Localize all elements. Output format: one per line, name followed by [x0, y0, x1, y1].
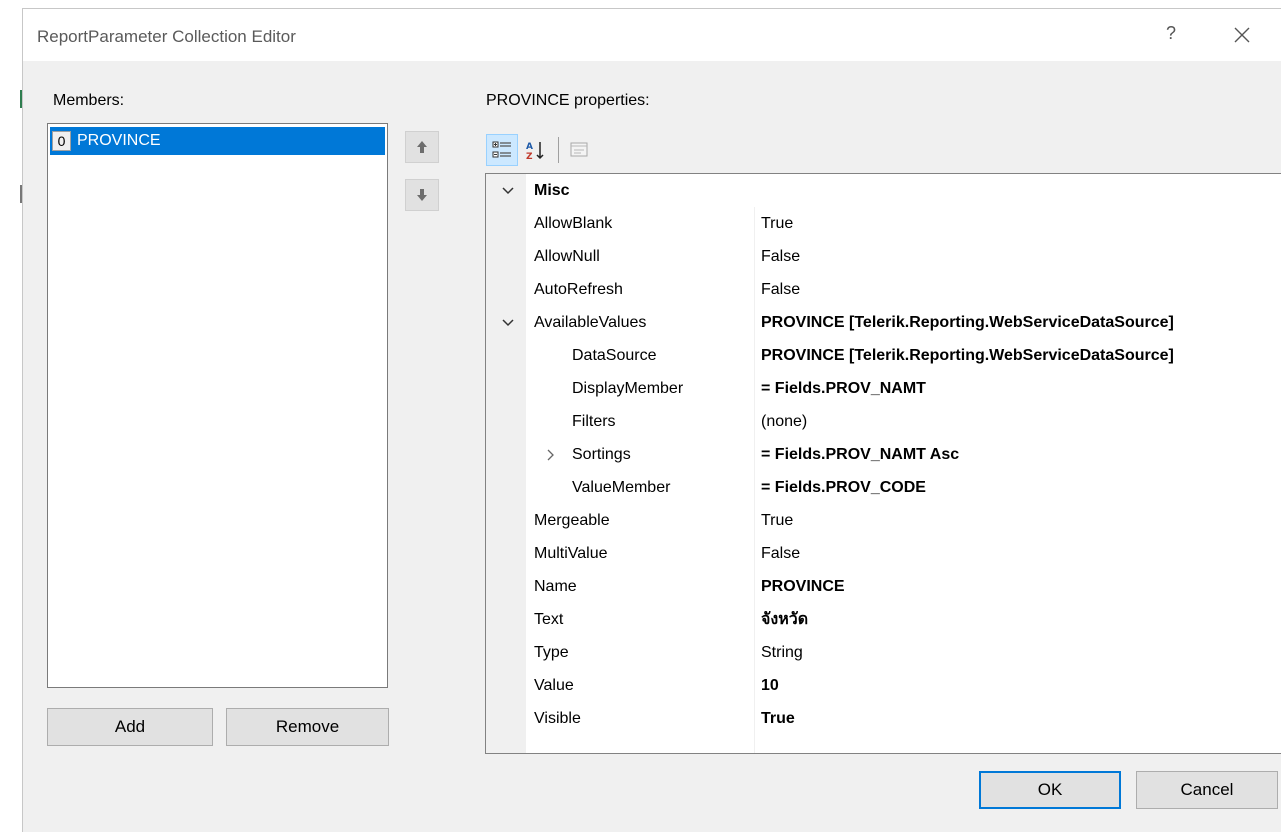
property-value[interactable]: PROVINCE [Telerik.Reporting.WebServiceDa… — [761, 314, 1174, 332]
property-row-datasource[interactable]: DataSource PROVINCE [Telerik.Reporting.W… — [486, 339, 1281, 372]
property-value[interactable]: False — [761, 281, 800, 299]
collection-editor-dialog: ReportParameter Collection Editor ? Memb… — [22, 8, 1281, 832]
arrow-up-icon — [417, 141, 427, 153]
property-value[interactable]: (none) — [761, 413, 807, 431]
property-value[interactable]: String — [761, 644, 803, 662]
toolbar-separator — [558, 137, 559, 163]
property-name: MultiValue — [534, 544, 608, 562]
members-list[interactable]: 0 PROVINCE — [47, 123, 388, 688]
property-row-mergeable[interactable]: Mergeable True — [486, 504, 1281, 537]
property-grid[interactable]: Misc AllowBlank True AllowNull False Aut… — [485, 173, 1281, 754]
property-name: AllowBlank — [534, 214, 613, 232]
property-value[interactable]: True — [761, 215, 793, 233]
property-value[interactable]: = Fields.PROV_NAMT Asc — [761, 446, 959, 464]
categorized-icon — [492, 141, 511, 158]
property-value[interactable]: = Fields.PROV_CODE — [761, 479, 926, 497]
remove-button[interactable]: Remove — [226, 708, 389, 746]
property-row-displaymember[interactable]: DisplayMember = Fields.PROV_NAMT — [486, 372, 1281, 405]
property-value[interactable]: True — [761, 710, 795, 728]
svg-text:Z: Z — [526, 152, 533, 161]
property-name: Mergeable — [534, 511, 610, 529]
property-value[interactable]: PROVINCE [Telerik.Reporting.WebServiceDa… — [761, 347, 1174, 365]
property-value[interactable]: False — [761, 545, 800, 563]
cancel-button[interactable]: Cancel — [1136, 771, 1278, 809]
categorized-button[interactable] — [486, 134, 518, 166]
property-name: AllowNull — [534, 247, 600, 265]
move-down-button[interactable] — [405, 179, 439, 211]
property-value[interactable]: 10 — [761, 677, 779, 695]
ok-button[interactable]: OK — [979, 771, 1121, 809]
property-row-allownull[interactable]: AllowNull False — [486, 240, 1281, 273]
property-row-value[interactable]: Value 10 — [486, 669, 1281, 702]
property-row-allowblank[interactable]: AllowBlank True — [486, 207, 1281, 240]
svg-text:A: A — [526, 142, 533, 152]
background-app-edge — [0, 0, 22, 832]
move-up-button[interactable] — [405, 131, 439, 163]
property-row-type[interactable]: Type String — [486, 636, 1281, 669]
member-index: 0 — [52, 131, 71, 151]
property-name: Text — [534, 610, 564, 628]
property-row-visible[interactable]: Visible True — [486, 702, 1281, 735]
property-row-name[interactable]: Name PROVINCE — [486, 570, 1281, 603]
property-name: Name — [534, 577, 577, 595]
help-button[interactable]: ? — [1159, 23, 1183, 44]
property-name: Type — [534, 643, 569, 661]
property-name: DisplayMember — [572, 379, 684, 397]
list-item[interactable]: 0 PROVINCE — [50, 127, 385, 155]
property-row-availablevalues[interactable]: AvailableValues PROVINCE [Telerik.Report… — [486, 306, 1281, 339]
dialog-title: ReportParameter Collection Editor — [37, 27, 296, 46]
title-bar: ReportParameter Collection Editor ? — [23, 9, 1281, 61]
property-name: Filters — [572, 412, 616, 430]
property-name: DataSource — [572, 346, 657, 364]
properties-label: PROVINCE properties: — [486, 92, 650, 109]
member-name: PROVINCE — [77, 132, 161, 149]
property-toolbar: A Z — [486, 130, 597, 170]
property-value[interactable]: True — [761, 512, 793, 530]
category-label: Misc — [534, 181, 570, 199]
arrow-down-icon — [417, 189, 427, 201]
property-value[interactable]: PROVINCE — [761, 578, 845, 596]
close-icon — [1234, 27, 1250, 43]
property-row-filters[interactable]: Filters (none) — [486, 405, 1281, 438]
property-value[interactable]: False — [761, 248, 800, 266]
alphabetical-icon: A Z — [526, 142, 544, 161]
property-row-autorefresh[interactable]: AutoRefresh False — [486, 273, 1281, 306]
property-value[interactable]: = Fields.PROV_NAMT — [761, 380, 926, 398]
close-button[interactable] — [1228, 21, 1256, 49]
property-name: ValueMember — [572, 478, 671, 496]
property-name: Value — [534, 676, 574, 694]
property-name: Sortings — [572, 445, 631, 463]
chevron-down-icon[interactable] — [500, 315, 516, 331]
category-row-misc[interactable]: Misc — [486, 174, 1281, 207]
property-row-sortings[interactable]: Sortings = Fields.PROV_NAMT Asc — [486, 438, 1281, 471]
alphabetical-button[interactable]: A Z — [520, 134, 552, 166]
property-name: Visible — [534, 709, 581, 727]
chevron-right-icon[interactable] — [544, 448, 558, 462]
property-row-valuemember[interactable]: ValueMember = Fields.PROV_CODE — [486, 471, 1281, 504]
property-value[interactable]: จังหวัด — [761, 607, 808, 632]
property-name: AvailableValues — [534, 313, 647, 331]
chevron-down-icon[interactable] — [500, 183, 516, 199]
property-pages-button[interactable] — [563, 134, 595, 166]
property-row-text[interactable]: Text จังหวัด — [486, 603, 1281, 636]
members-label: Members: — [53, 92, 125, 109]
property-pages-icon — [570, 142, 588, 157]
property-row-multivalue[interactable]: MultiValue False — [486, 537, 1281, 570]
property-name: AutoRefresh — [534, 280, 623, 298]
add-button[interactable]: Add — [47, 708, 213, 746]
